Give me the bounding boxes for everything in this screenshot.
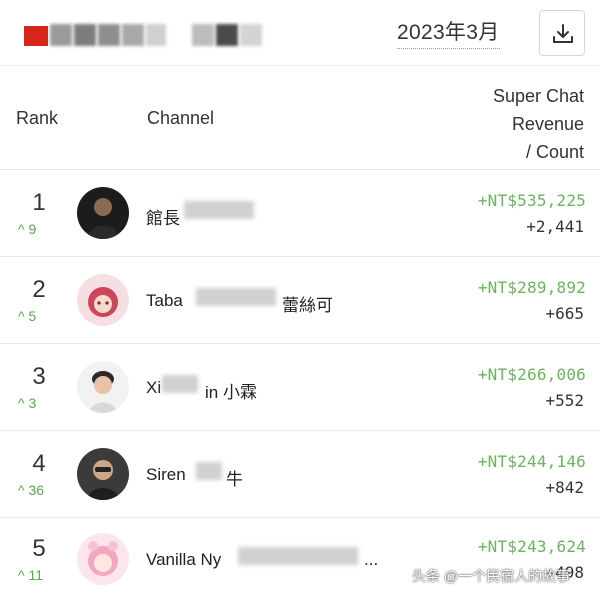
table-header: Rank Channel Super Chat Revenue / Count (0, 66, 600, 170)
rank-change: ^ 11 (18, 567, 43, 583)
redaction-blur (238, 547, 358, 565)
channel-name-suffix: ... (364, 550, 379, 569)
channel-name-suffix: 蕾絲可 (282, 296, 333, 315)
revenue-amount: +NT$289,892 (477, 278, 586, 297)
revenue-amount: +NT$535,225 (477, 191, 586, 210)
superchat-count: +842 (545, 478, 584, 497)
channel-name[interactable]: Taba (146, 291, 183, 311)
channel-name[interactable]: 館長 (146, 204, 180, 229)
revenue-amount: +NT$243,624 (477, 537, 586, 556)
rank-change: ^ 3 (18, 395, 36, 411)
blurred-logo-part (50, 24, 72, 46)
revenue-amount: +NT$266,006 (477, 365, 586, 384)
table-row[interactable]: 4 ^ 36 Siren 牛 +NT$244,146 +842 (0, 432, 600, 518)
table-row[interactable]: 2 ^ 5 Taba 蕾絲可 +NT$289,892 +665 (0, 258, 600, 344)
rank-up-icon: ^ (18, 221, 29, 237)
superchat-count: +665 (545, 304, 584, 323)
rank-change-value: 9 (28, 221, 37, 237)
rank-number: 1 (32, 189, 46, 216)
redaction-blur (196, 288, 276, 306)
blurred-logo-part (74, 24, 96, 46)
rank-change: ^ 9 (18, 221, 36, 237)
logo (24, 26, 48, 46)
rank-number: 5 (32, 535, 46, 562)
redaction-blur (184, 201, 254, 219)
superchat-count: +552 (545, 391, 584, 410)
revenue-header-line: Revenue (511, 114, 584, 134)
rank-up-icon: ^ (18, 308, 29, 324)
redaction-blur (162, 375, 198, 393)
blurred-logo-part (240, 24, 262, 46)
table-row[interactable]: 1 ^ 9 館長 +NT$535,225 +2,441 (0, 171, 600, 257)
top-bar: 2023年3月 (0, 0, 600, 66)
rank-change-value: 3 (28, 395, 37, 411)
redaction-blur (196, 462, 222, 480)
blurred-logo-part (98, 24, 120, 46)
rank-change: ^ 5 (18, 308, 36, 324)
rank-change-value: 36 (28, 482, 45, 498)
blurred-logo-part (192, 24, 214, 46)
avatar[interactable] (77, 533, 129, 585)
channel-name[interactable]: Siren (146, 465, 186, 485)
revenue-header-line: / Count (525, 142, 584, 162)
avatar[interactable] (77, 274, 129, 326)
download-button[interactable] (539, 10, 585, 56)
channel-name[interactable]: Vanilla Ny (146, 550, 221, 570)
column-header-revenue[interactable]: Super Chat Revenue / Count (493, 82, 584, 166)
avatar[interactable] (77, 361, 129, 413)
blurred-logo-part (146, 24, 166, 46)
avatar[interactable] (77, 187, 129, 239)
rank-number: 4 (32, 450, 46, 477)
rank-change-value: 5 (28, 308, 37, 324)
table-row[interactable]: 3 ^ 3 Xi in 小霖 +NT$266,006 +552 (0, 345, 600, 431)
rank-change-value: 11 (28, 567, 44, 583)
table-row[interactable]: 5 ^ 11 Vanilla Ny ... +NT$243,624 +498 (0, 519, 600, 600)
rank-up-icon: ^ (18, 395, 29, 411)
channel-name[interactable]: Xi (146, 378, 161, 398)
revenue-amount: +NT$244,146 (477, 452, 586, 471)
download-icon (553, 24, 573, 43)
blurred-logo-part (216, 24, 238, 46)
channel-name-suffix: in 小霖 (205, 383, 257, 402)
superchat-count: +2,441 (526, 217, 584, 236)
rank-up-icon: ^ (18, 482, 29, 498)
column-header-channel[interactable]: Channel (147, 108, 214, 129)
rank-change: ^ 36 (18, 482, 44, 498)
rank-up-icon: ^ (18, 567, 29, 583)
rank-number: 3 (32, 363, 46, 390)
avatar[interactable] (77, 448, 129, 500)
watermark: 头条 @一个民宿人的故事 (412, 568, 571, 584)
revenue-header-line: Super Chat (492, 86, 584, 106)
channel-name-suffix: 牛 (226, 470, 243, 489)
blurred-logo-part (122, 24, 144, 46)
column-header-rank[interactable]: Rank (16, 108, 58, 129)
rank-number: 2 (32, 276, 46, 303)
month-selector[interactable]: 2023年3月 (397, 16, 500, 49)
